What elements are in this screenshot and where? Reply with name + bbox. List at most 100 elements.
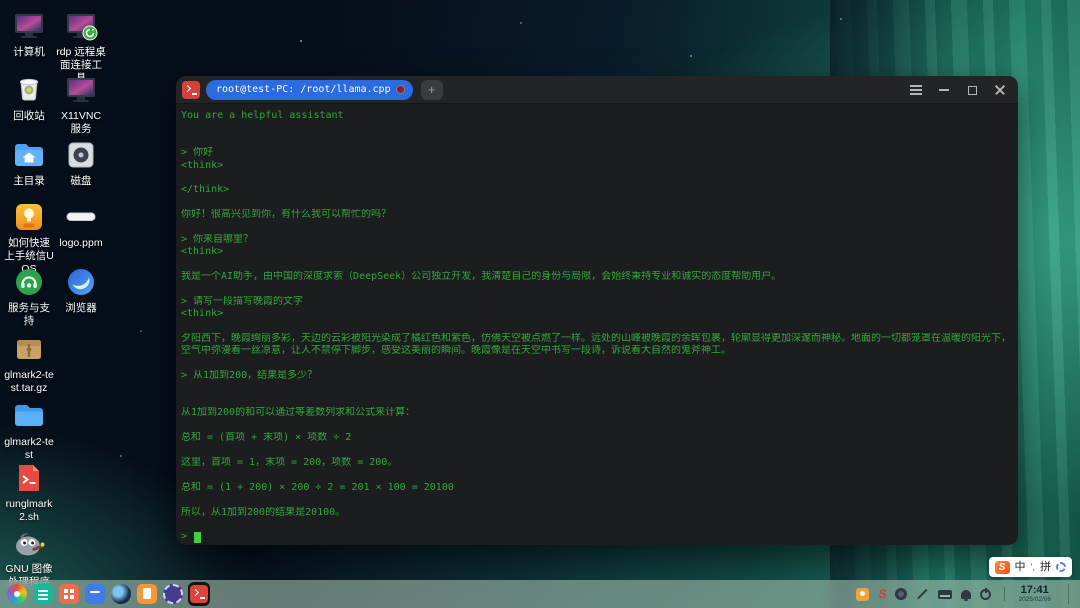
terminal-line: <think> [181, 308, 1013, 320]
file-manager-icon [33, 584, 53, 604]
browser-icon [63, 264, 99, 300]
terminal-line: 我是一个AI助手，由中国的深度求索（DeepSeek）公司独立开发，我清楚自己的… [181, 271, 1013, 283]
new-tab-button[interactable]: + [421, 80, 443, 100]
desktop-icon-home[interactable]: 主目录 [3, 137, 55, 188]
taskbar-terminal-active[interactable] [188, 582, 210, 606]
desktop-icon-browser[interactable]: 浏览器 [55, 264, 107, 315]
terminal-tab[interactable]: root@test-PC: /root/llama.cpp [206, 80, 413, 100]
window-menu-button[interactable] [902, 76, 930, 104]
rdp-icon [63, 8, 99, 44]
terminal-line: 这里，首项 = 1，末项 = 200，项数 = 200。 [181, 457, 1013, 469]
file-explorer-icon [137, 584, 157, 604]
browser-icon [111, 584, 131, 604]
desktop-icon-trash[interactable]: 回收站 [3, 72, 55, 123]
terminal-line [181, 383, 1013, 395]
clock-time: 17:41 [1018, 585, 1051, 596]
terminal-window: root@test-PC: /root/llama.cpp + You are … [176, 76, 1018, 545]
desktop-icon-label: glmark2-test.tar.gz [3, 369, 55, 395]
terminal-line: 从1加到200的和可以通过等差数列求和公式来计算： [181, 407, 1013, 419]
taskbar-file-explorer[interactable] [136, 582, 158, 606]
sogou-logo-icon[interactable]: S [995, 561, 1010, 574]
folder-icon [11, 398, 47, 434]
support-icon [11, 264, 47, 300]
terminal-line [181, 395, 1013, 407]
terminal-output: You are a helpful assistant> 你好<think></… [176, 104, 1018, 545]
desktop-icon-label: glmark2-test [3, 436, 55, 462]
terminal-line: > 你好 [181, 147, 1013, 159]
terminal-line [181, 135, 1013, 147]
terminal-line: > 从1加到200，结果是多少？ [181, 370, 1013, 382]
window-minimize-button[interactable] [930, 76, 958, 104]
tray-divider [1004, 587, 1005, 601]
ime-pinyin-mode[interactable]: 拼 [1040, 557, 1051, 577]
launcher-icon [7, 584, 27, 604]
terminal-line: <think> [181, 246, 1013, 258]
terminal-lines: You are a helpful assistant> 你好<think></… [181, 110, 1013, 531]
tray-screen-recorder-icon[interactable] [895, 588, 907, 600]
terminal-line [181, 259, 1013, 271]
taskbar-app-store[interactable] [58, 582, 80, 606]
desktop-icon-computer[interactable]: 计算机 [3, 8, 55, 59]
ime-settings-gear-icon[interactable] [1056, 562, 1066, 572]
x11vnc-icon [63, 72, 99, 108]
terminal-line [181, 494, 1013, 506]
window-maximize-button[interactable] [958, 76, 986, 104]
home-folder-icon [11, 137, 47, 173]
tray-keyboard-icon[interactable] [938, 590, 952, 599]
taskbar-launcher[interactable] [6, 582, 28, 606]
star [520, 22, 522, 24]
terminal-line: You are a helpful assistant [181, 110, 1013, 122]
desktop-icon-label: 磁盘 [55, 175, 107, 188]
terminal-line [181, 358, 1013, 370]
terminal-line [181, 519, 1013, 531]
tray-notification-bell-icon[interactable] [961, 590, 971, 599]
maximize-icon [968, 86, 977, 95]
terminal-titlebar[interactable]: root@test-PC: /root/llama.cpp + [176, 76, 1018, 104]
desktop-icon-support[interactable]: 服务与支持 [3, 264, 55, 328]
show-desktop-edge[interactable] [1068, 584, 1074, 604]
desktop-icon-runglmark2[interactable]: runglmark2.sh [3, 460, 55, 524]
desktop-icon-glmark2-folder[interactable]: glmark2-test [3, 398, 55, 462]
tray-input-indicator-icon[interactable] [856, 588, 869, 601]
taskbar-file-manager[interactable] [32, 582, 54, 606]
terminal-prompt: > [181, 531, 193, 543]
terminal-app-icon [182, 81, 200, 99]
desktop-icon-label: runglmark2.sh [3, 498, 55, 524]
taskbar-browser[interactable] [110, 582, 132, 606]
window-close-button[interactable] [986, 76, 1014, 104]
taskbar-clock[interactable]: 17:41 2025/02/06 [1018, 585, 1055, 604]
desktop-icon-logo-ppm[interactable]: logo.ppm [55, 199, 107, 250]
tab-close-icon[interactable] [396, 85, 405, 94]
terminal-line: 所以，从1加到200的结果是20100。 [181, 507, 1013, 519]
input-method-bar[interactable]: S 中 ’, 拼 [989, 557, 1073, 577]
taskbar-control-center[interactable] [162, 582, 184, 606]
terminal-line: > 请写一段描写晚霞的文字 [181, 296, 1013, 308]
terminal-line [181, 445, 1013, 457]
terminal-line: <think> [181, 160, 1013, 172]
terminal-line [181, 122, 1013, 134]
desktop-icon-x11vnc[interactable]: X11VNC 服务 [55, 72, 107, 136]
desktop-icon-glmark2-archive[interactable]: glmark2-test.tar.gz [3, 331, 55, 395]
ime-chinese-mode[interactable]: 中 [1015, 557, 1026, 577]
software-center-icon [85, 584, 105, 604]
disk-icon [63, 137, 99, 173]
ime-punctuation-mode[interactable]: ’, [1031, 557, 1036, 577]
desktop-icon-label: logo.ppm [55, 237, 107, 250]
image-file-icon [63, 199, 99, 235]
terminal-line [181, 197, 1013, 209]
terminal-prompt-line[interactable]: > [181, 531, 1013, 543]
tray-sogou-icon[interactable]: S [878, 588, 886, 601]
archive-icon [11, 331, 47, 367]
tray-power-icon[interactable] [980, 589, 991, 600]
desktop-icon-disk[interactable]: 磁盘 [55, 137, 107, 188]
terminal-line [181, 283, 1013, 295]
terminal-icon [190, 585, 208, 603]
terminal-line: > 你来自哪里？ [181, 234, 1013, 246]
star [140, 330, 142, 332]
gimp-icon [11, 525, 47, 561]
shell-script-icon [11, 460, 47, 496]
tray-annotation-pen-icon[interactable] [918, 589, 929, 600]
active-app-plate [188, 582, 210, 606]
terminal-tab-title: root@test-PC: /root/llama.cpp [216, 84, 391, 95]
taskbar-software-center[interactable] [84, 582, 106, 606]
